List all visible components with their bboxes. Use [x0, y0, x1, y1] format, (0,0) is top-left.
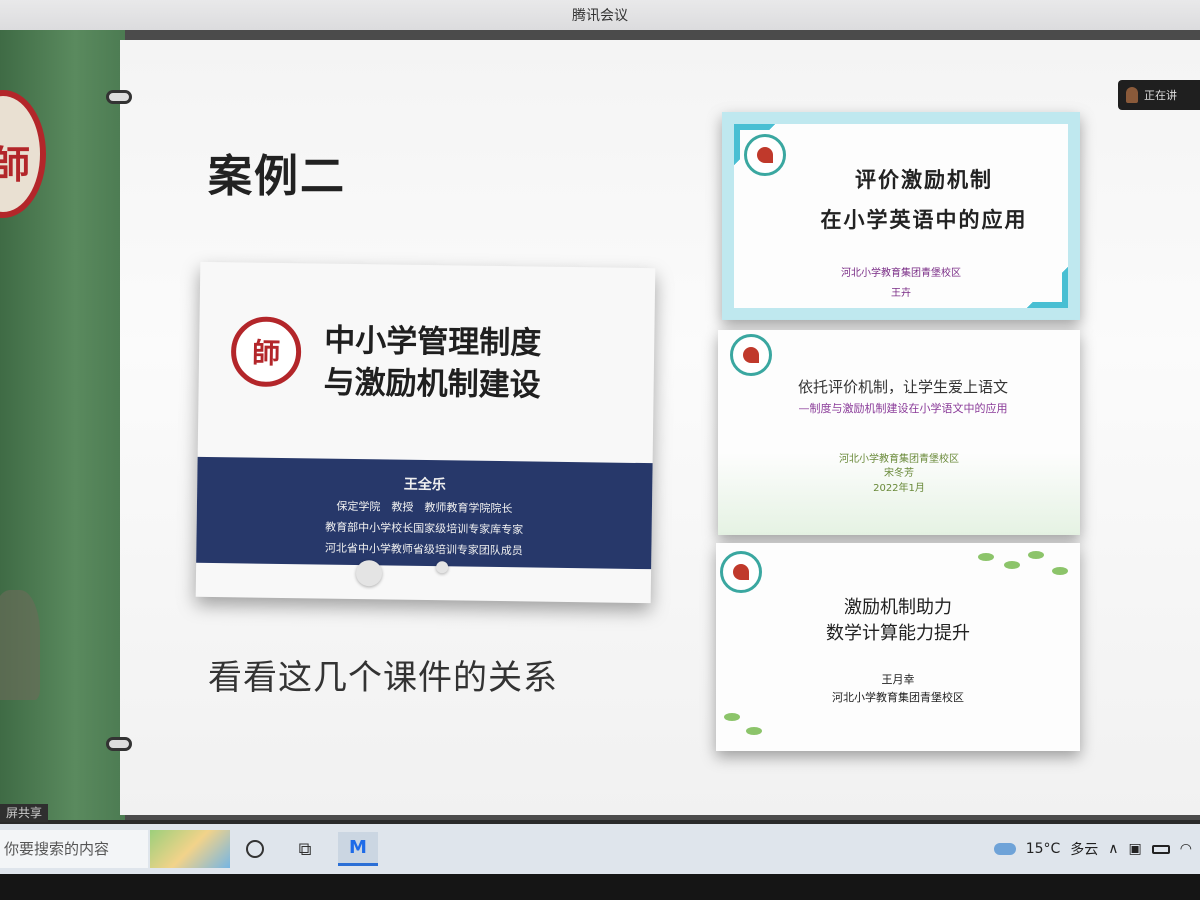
- presentation-slide: 案例二 師 中小学管理制度 与激励机制建设 王全乐 保定学院 教授 教师教育学院…: [106, 40, 1200, 815]
- author-title: 河北省中小学教师省级培训专家团队成员: [324, 541, 523, 558]
- slide-caption: 看看这几个课件的关系: [208, 658, 558, 698]
- author-name: 王全乐: [403, 476, 446, 494]
- thumb-title: 激励机制助力 数学计算能力提升: [826, 597, 970, 644]
- decorative-dot: [355, 560, 383, 587]
- screen-bezel: [0, 874, 1200, 900]
- windows-taskbar: 你要搜索的内容 ⧉ M 15°C 多云 ∧ ▣ ◠: [0, 824, 1200, 874]
- cortana-circle-icon[interactable]: [238, 832, 272, 866]
- binder-ring: [106, 737, 132, 751]
- school-seal-logo: 師: [0, 90, 46, 218]
- thumb-subtitle: —制度与激励机制建设在小学语文中的应用: [798, 402, 1008, 415]
- meeting-tray-icon[interactable]: ▣: [1129, 841, 1142, 857]
- courseware-thumb-english: 评价激励机制 在小学英语中的应用 河北小学教育集团青堡校区 王卉: [722, 112, 1080, 320]
- presenter-avatar: [1126, 87, 1138, 103]
- thumb-org: 河北小学教育集团青堡校区: [839, 454, 959, 465]
- school-logo-icon: [730, 334, 772, 376]
- decorative-figure: [0, 590, 40, 700]
- weather-temperature[interactable]: 15°C: [1026, 841, 1061, 857]
- window-title: 腾讯会议: [572, 8, 628, 24]
- battery-icon[interactable]: [1151, 844, 1170, 854]
- search-highlight-image[interactable]: [150, 830, 230, 868]
- author-title: 保定学院 教授 教师教育学院院长: [336, 499, 513, 516]
- chevron-up-icon[interactable]: ∧: [1108, 841, 1118, 857]
- leaf-decoration-icon: [978, 553, 994, 561]
- tencent-meeting-taskbar-button[interactable]: M: [338, 832, 378, 866]
- taskbar-search-input[interactable]: 你要搜索的内容: [0, 830, 148, 868]
- headline-line: 与激励机制建设: [323, 364, 541, 404]
- thumb-title: 评价激励机制 在小学英语中的应用: [820, 167, 1028, 232]
- presenter-indicator[interactable]: 正在讲: [1118, 80, 1200, 110]
- courseware-thumb-chinese: 依托评价机制，让学生爱上语文 —制度与激励机制建设在小学语文中的应用 河北小学教…: [718, 330, 1080, 535]
- tencent-meeting-icon: M: [349, 837, 367, 858]
- thumb-author: 宋冬芳: [884, 468, 914, 479]
- school-logo-icon: 師: [230, 316, 302, 388]
- leaf-decoration-icon: [1028, 551, 1044, 559]
- leaf-decoration-icon: [746, 727, 762, 735]
- thumb-author: 王月幸: [881, 673, 915, 686]
- author-band: 王全乐 保定学院 教授 教师教育学院院长 教育部中小学校长国家级培训专家库专家 …: [196, 456, 653, 570]
- binder-ring: [106, 90, 132, 104]
- weather-description[interactable]: 多云: [1070, 839, 1098, 859]
- thumb-org: 河北小学教育集团青堡校区: [841, 268, 961, 279]
- school-logo-icon: [720, 551, 762, 593]
- screen-share-stage: 師 案例二 師 中小学管理制度 与激励机制建设 王全乐 保定学院 教授 教师教育…: [0, 30, 1200, 820]
- screen-share-label: 屏共享: [0, 804, 49, 822]
- headline-line: 中小学管理制度: [324, 322, 542, 362]
- courseware-thumb-math: 激励机制助力 数学计算能力提升 王月幸 河北小学教育集团青堡校区: [716, 543, 1080, 751]
- thumb-org: 河北小学教育集团青堡校区: [832, 691, 964, 704]
- author-title: 教育部中小学校长国家级培训专家库专家: [325, 520, 524, 537]
- thumb-author: 王卉: [891, 288, 911, 299]
- leaf-decoration-icon: [1052, 567, 1068, 575]
- leaf-decoration-icon: [724, 713, 740, 721]
- slide-title: 案例二: [208, 151, 346, 202]
- leaf-decoration-icon: [1004, 561, 1020, 569]
- courseware-card-main: 師 中小学管理制度 与激励机制建设 王全乐 保定学院 教授 教师教育学院院长 教…: [195, 261, 656, 604]
- presenter-label: 正在讲: [1144, 89, 1177, 102]
- shared-screen-left-strip: 師: [0, 30, 125, 820]
- school-logo-icon: [744, 134, 786, 176]
- decorative-dot: [436, 561, 449, 574]
- thumb-title: 依托评价机制，让学生爱上语文: [797, 378, 1008, 396]
- thumb-date: 2022年1月: [873, 483, 925, 494]
- cloudy-weather-icon[interactable]: [993, 843, 1016, 855]
- task-view-icon[interactable]: ⧉: [288, 832, 322, 866]
- system-tray: 15°C 多云 ∧ ▣ ◠: [993, 834, 1200, 864]
- card-headline: 中小学管理制度 与激励机制建设: [323, 320, 644, 408]
- window-titlebar: 腾讯会议: [0, 0, 1200, 30]
- wifi-icon[interactable]: ◠: [1180, 841, 1192, 857]
